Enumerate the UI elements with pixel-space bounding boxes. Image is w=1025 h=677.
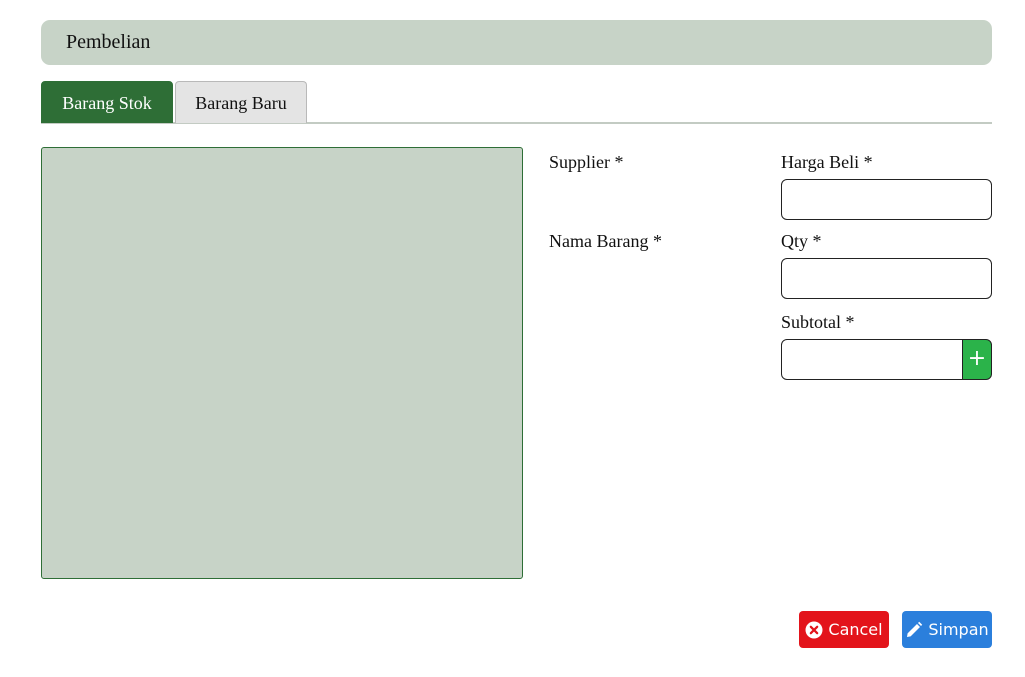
item-list-panel	[41, 147, 523, 579]
save-button[interactable]: Simpan	[902, 611, 992, 648]
qty-input[interactable]	[781, 258, 992, 299]
save-label: Simpan	[928, 620, 989, 639]
cancel-button[interactable]: Cancel	[799, 611, 889, 648]
tab-barang-stok[interactable]: Barang Stok	[41, 81, 173, 123]
pencil-icon	[905, 621, 923, 639]
page-header: Pembelian	[41, 20, 992, 65]
close-circle-icon	[805, 621, 823, 639]
add-item-button[interactable]: +	[962, 339, 992, 380]
page-title: Pembelian	[66, 31, 151, 53]
subtotal-input[interactable]	[781, 339, 963, 380]
nama-barang-label: Nama Barang *	[549, 231, 662, 251]
harga-beli-label: Harga Beli *	[781, 152, 873, 172]
tab-barang-baru[interactable]: Barang Baru	[175, 81, 307, 123]
qty-label: Qty *	[781, 231, 822, 251]
supplier-label: Supplier *	[549, 152, 624, 172]
plus-icon: +	[967, 346, 987, 371]
cancel-label: Cancel	[828, 620, 883, 639]
harga-beli-input[interactable]	[781, 179, 992, 220]
subtotal-label: Subtotal *	[781, 312, 855, 332]
